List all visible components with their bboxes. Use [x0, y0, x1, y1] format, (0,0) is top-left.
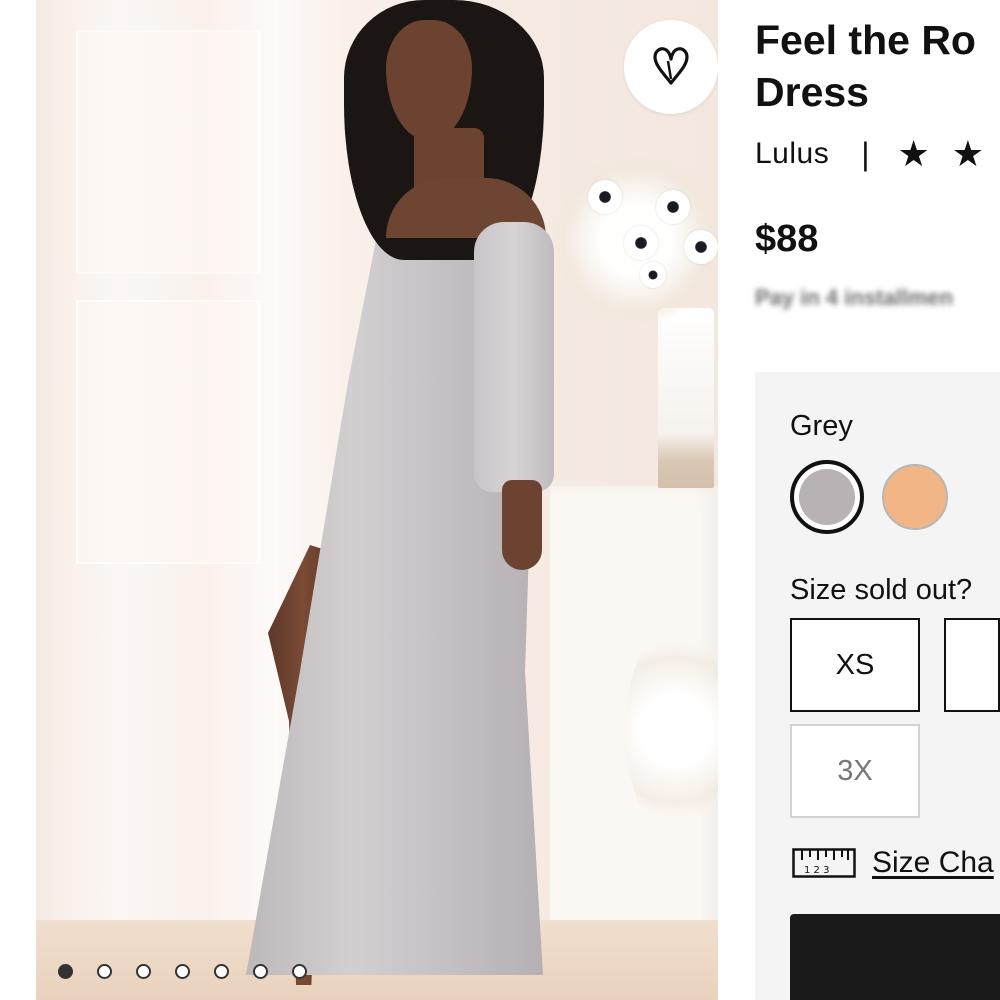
product-image[interactable]: [36, 0, 718, 1000]
window-decor: [76, 300, 260, 564]
size-chart-label: Size Cha: [872, 846, 994, 879]
heart-outline-icon: [653, 47, 689, 85]
color-swatch-peach[interactable]: [882, 464, 948, 530]
product-title: Feel the Ro Dress: [755, 14, 1000, 118]
color-swatch-grey[interactable]: [790, 460, 864, 534]
favorite-button[interactable]: [624, 20, 718, 114]
gallery-dot[interactable]: [97, 964, 112, 979]
flower-decor: [588, 180, 622, 214]
model-hand: [502, 480, 542, 570]
size-chart-link[interactable]: 1 2 3 Size Cha: [792, 846, 994, 880]
flower-decor: [640, 262, 666, 288]
gallery-pagination: [58, 964, 307, 979]
size-sold-out-link[interactable]: Size sold out?: [790, 574, 972, 607]
gallery-dot[interactable]: [136, 964, 151, 979]
flower-decor: [656, 190, 690, 224]
brand-separator: |: [861, 135, 870, 172]
size-button-label: 3X: [837, 754, 873, 787]
ruler-icon: 1 2 3: [792, 848, 856, 878]
add-to-bag-button[interactable]: [790, 914, 1000, 1000]
product-price: $88: [755, 218, 819, 260]
selected-color-label: Grey: [790, 410, 853, 442]
gallery-dot[interactable]: [175, 964, 190, 979]
size-button-xs[interactable]: XS: [790, 618, 920, 712]
product-title-line1: Feel the Ro: [755, 17, 976, 63]
brand-link[interactable]: Lulus: [755, 137, 829, 171]
installments-text[interactable]: Pay in 4 installmen: [755, 285, 953, 311]
size-button-3x[interactable]: 3X: [790, 724, 920, 818]
flowers-decor: [626, 620, 718, 840]
dress-sleeve: [474, 222, 554, 492]
gallery-dot[interactable]: [214, 964, 229, 979]
ruler-digits: 1 2 3: [804, 865, 829, 876]
brand-rating-row: Lulus | ★ ★: [755, 133, 991, 175]
vase-decor: [658, 308, 714, 488]
gallery-dot[interactable]: [292, 964, 307, 979]
flower-decor: [624, 226, 658, 260]
product-title-line2: Dress: [755, 69, 869, 115]
gallery-dot[interactable]: [58, 964, 73, 979]
window-decor: [76, 30, 260, 274]
star-rating[interactable]: ★ ★: [898, 133, 991, 175]
gallery-dot[interactable]: [253, 964, 268, 979]
size-button-label: XS: [835, 648, 875, 681]
flower-decor: [684, 230, 718, 264]
size-button-s[interactable]: S: [944, 618, 1000, 712]
